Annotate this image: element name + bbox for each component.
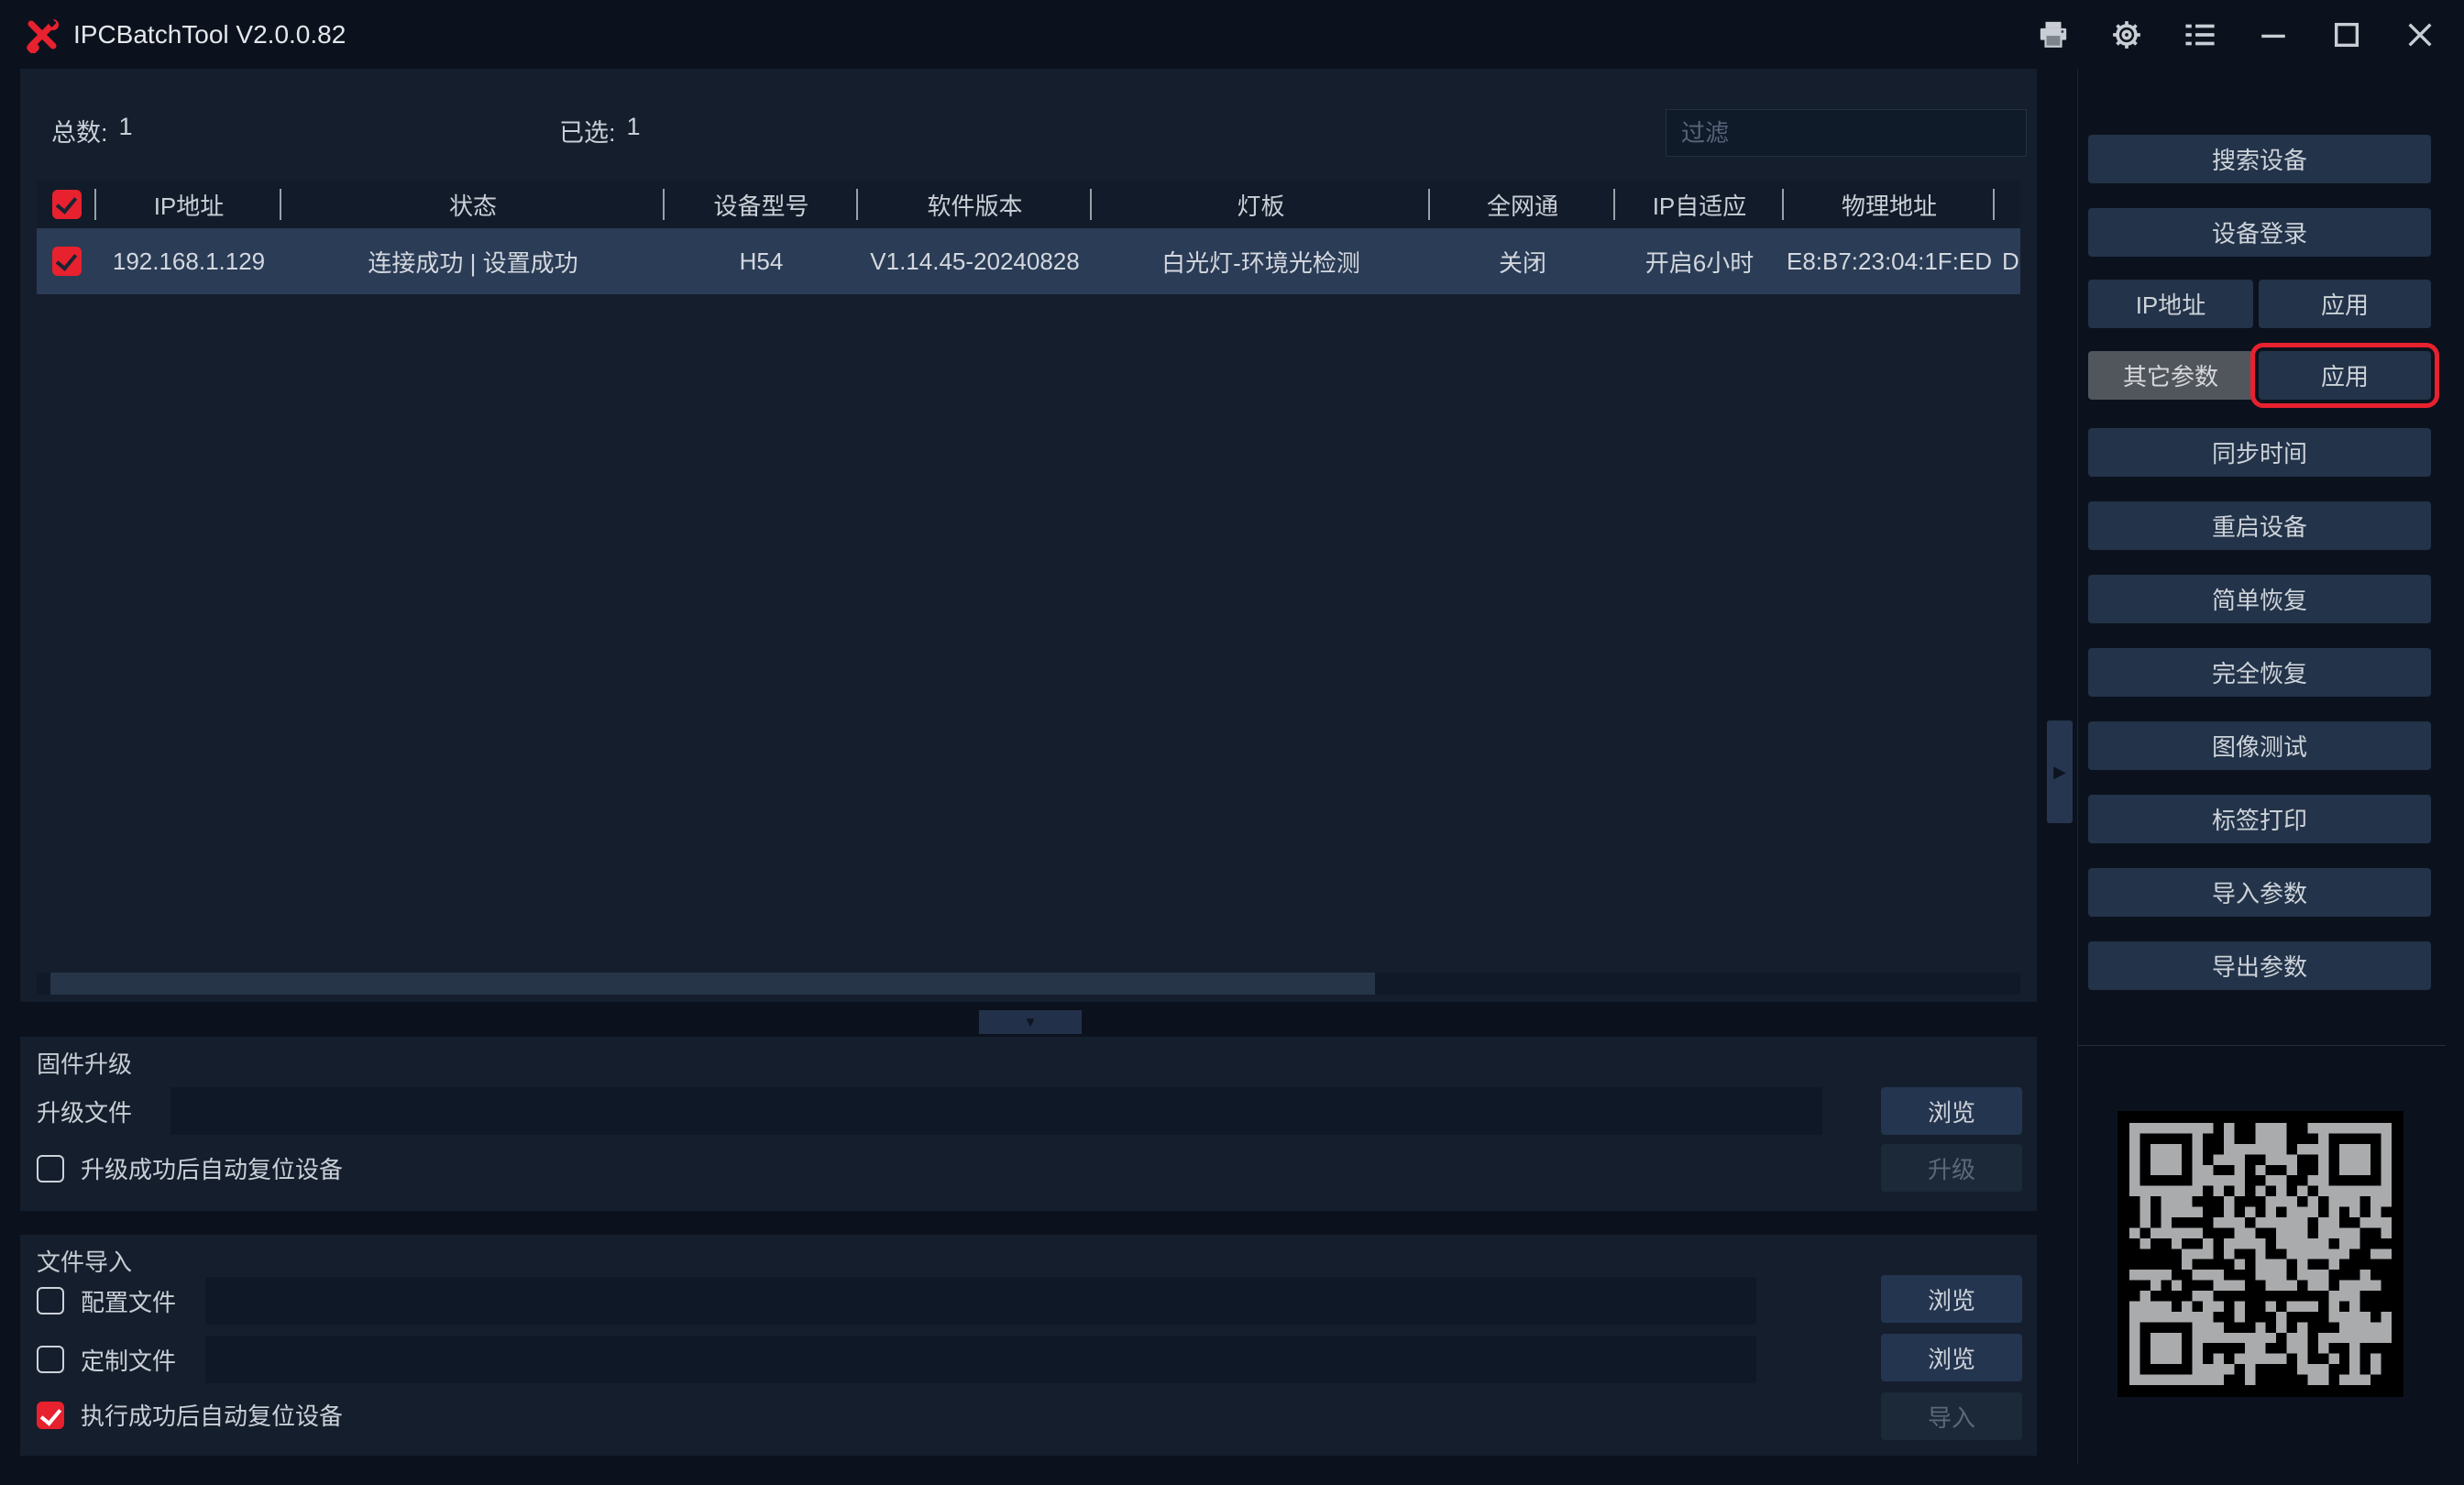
qr-code [2118, 1111, 2404, 1397]
export-params-button[interactable]: 导出参数 [2088, 941, 2431, 990]
custom-file-checkbox[interactable] [37, 1346, 64, 1373]
custom-browse-button[interactable]: 浏览 [1881, 1334, 2022, 1381]
ip-apply-button[interactable]: 应用 [2259, 280, 2431, 328]
device-table: IP地址 状态 设备型号 软件版本 灯板 全网通 IP自适应 物理地址 192.… [37, 181, 2020, 294]
collapse-panel-button[interactable]: ▼ [979, 1010, 1082, 1034]
close-button[interactable] [2404, 18, 2436, 51]
upgrade-button[interactable]: 升级 [1881, 1144, 2022, 1192]
import-button[interactable]: 导入 [1881, 1392, 2022, 1440]
simple-restore-button[interactable]: 简单恢复 [2088, 575, 2431, 623]
cell-mac: E8:B7:23:04:1F:ED [1784, 248, 1995, 276]
search-devices-button[interactable]: 搜索设备 [2088, 135, 2431, 183]
printer-icon[interactable] [2037, 18, 2070, 51]
cell-lightboard: 白光灯-环境光检测 [1092, 245, 1430, 279]
config-file-label: 配置文件 [81, 1284, 176, 1318]
sync-time-button[interactable]: 同步时间 [2088, 428, 2431, 477]
device-list-panel: 总数:1 已选:1 IP地址 状态 设备型号 软件版本 灯板 全网通 IP自适应… [20, 69, 2037, 1002]
firmware-section-title: 固件升级 [37, 1046, 132, 1080]
total-count: 总数:1 [51, 113, 133, 148]
other-params-apply-button[interactable]: 应用 [2259, 351, 2431, 400]
sidebar-splitter-handle[interactable]: ▶ [2047, 720, 2073, 823]
chevron-right-icon: ▶ [2053, 763, 2066, 782]
config-file-checkbox[interactable] [37, 1287, 64, 1314]
auto-reset-after-upgrade-label: 升级成功后自动复位设备 [81, 1151, 343, 1185]
horizontal-scrollbar[interactable] [37, 973, 2020, 995]
device-login-button[interactable]: 设备登录 [2088, 208, 2431, 257]
cell-extra: D6 [1995, 248, 2020, 276]
cell-netcom: 关闭 [1430, 245, 1615, 279]
file-import-section: 文件导入 配置文件 定制文件 执行成功后自动复位设备 浏览 浏览 导入 [20, 1235, 2037, 1456]
col-header-netcom[interactable]: 全网通 [1430, 188, 1615, 222]
reboot-device-button[interactable]: 重启设备 [2088, 501, 2431, 550]
image-test-button[interactable]: 图像测试 [2088, 721, 2431, 770]
firmware-browse-button[interactable]: 浏览 [1881, 1087, 2022, 1135]
chevron-down-icon: ▼ [1024, 1015, 1038, 1030]
title-bar: IPCBatchTool V2.0.0.82 [0, 0, 2464, 70]
other-params-button[interactable]: 其它参数 [2088, 351, 2253, 400]
firmware-upgrade-section: 固件升级 升级文件 升级成功后自动复位设备 浏览 升级 [20, 1037, 2037, 1211]
app-logo-tools-icon [24, 16, 60, 53]
row-checkbox[interactable] [52, 247, 82, 276]
custom-file-input[interactable] [205, 1336, 1756, 1383]
table-header-row: IP地址 状态 设备型号 软件版本 灯板 全网通 IP自适应 物理地址 [37, 181, 2020, 228]
cell-version: V1.14.45-20240828 [858, 248, 1092, 276]
full-restore-button[interactable]: 完全恢复 [2088, 648, 2431, 697]
minimize-button[interactable] [2257, 18, 2290, 51]
config-browse-button[interactable]: 浏览 [1881, 1275, 2022, 1323]
upgrade-file-input[interactable] [170, 1087, 1822, 1135]
auto-reset-after-upgrade-checkbox[interactable] [37, 1155, 64, 1182]
device-row[interactable]: 192.168.1.129 连接成功 | 设置成功 H54 V1.14.45-2… [37, 228, 2020, 294]
cell-status: 连接成功 | 设置成功 [281, 245, 665, 279]
selected-count: 已选:1 [559, 113, 641, 148]
maximize-button[interactable] [2330, 18, 2363, 51]
sidebar-divider [2077, 69, 2078, 1465]
col-header-version[interactable]: 软件版本 [858, 188, 1092, 222]
col-header-model[interactable]: 设备型号 [665, 188, 858, 222]
col-header-ip[interactable]: IP地址 [96, 188, 281, 222]
task-list-icon[interactable] [2184, 18, 2216, 51]
filter-input[interactable] [1666, 109, 2027, 157]
col-header-status[interactable]: 状态 [281, 188, 665, 222]
settings-gear-icon[interactable] [2110, 18, 2143, 51]
cell-model: H54 [665, 248, 858, 276]
cell-ip-adaptive: 开启6小时 [1615, 245, 1784, 279]
upgrade-file-label: 升级文件 [37, 1094, 132, 1128]
col-header-mac[interactable]: 物理地址 [1784, 188, 1995, 222]
col-header-lightboard[interactable]: 灯板 [1092, 188, 1430, 222]
horizontal-scrollbar-thumb[interactable] [50, 973, 1375, 995]
select-all-checkbox[interactable] [52, 190, 82, 219]
file-import-section-title: 文件导入 [37, 1244, 132, 1278]
config-file-input[interactable] [205, 1277, 1756, 1325]
label-print-button[interactable]: 标签打印 [2088, 795, 2431, 843]
app-title: IPCBatchTool V2.0.0.82 [73, 20, 346, 50]
ip-address-button[interactable]: IP地址 [2088, 280, 2253, 328]
auto-reset-after-execute-checkbox[interactable] [37, 1402, 64, 1429]
import-params-button[interactable]: 导入参数 [2088, 868, 2431, 917]
col-header-ip-adaptive[interactable]: IP自适应 [1615, 188, 1784, 222]
custom-file-label: 定制文件 [81, 1343, 176, 1377]
auto-reset-after-execute-label: 执行成功后自动复位设备 [81, 1398, 343, 1432]
ipc-batch-tool-window: IPCBatchTool V2.0.0.82 [0, 0, 2464, 1485]
sidebar-section-divider [2077, 1045, 2446, 1046]
cell-ip: 192.168.1.129 [96, 248, 281, 276]
